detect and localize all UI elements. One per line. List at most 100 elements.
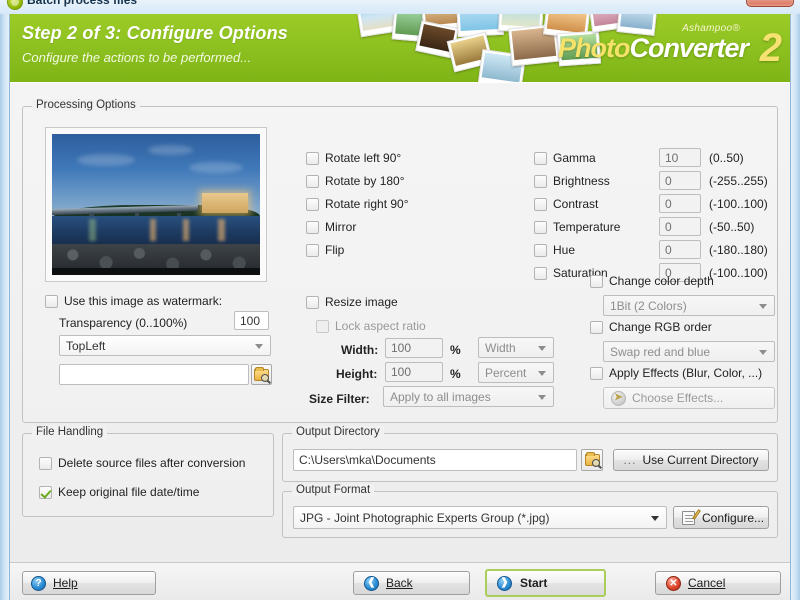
color-depth-value: 1Bit (2 Colors)	[610, 298, 687, 313]
change-color-depth-checkbox[interactable]: Change color depth	[590, 274, 714, 288]
checkbox-box	[590, 320, 603, 334]
dimension-mode-select[interactable]: Width	[478, 337, 554, 358]
change-rgb-order-checkbox[interactable]: Change RGB order	[590, 320, 712, 334]
title-bar: Batch process files	[0, 0, 800, 14]
use-current-directory-label: Use Current Directory	[642, 453, 759, 467]
brightness-checkbox[interactable]: Brightness	[534, 174, 610, 188]
rotate-left-90-label: Rotate left 90°	[325, 151, 402, 165]
checkbox-box	[590, 274, 603, 288]
resize-image-checkbox[interactable]: Resize image	[306, 295, 398, 309]
watermark-position-value: TopLeft	[66, 338, 106, 353]
checkbox-box	[534, 151, 547, 165]
lock-aspect-ratio-checkbox[interactable]: Lock aspect ratio	[316, 319, 426, 333]
back-label: Back	[386, 576, 413, 590]
mirror-checkbox[interactable]: Mirror	[306, 220, 356, 234]
watermark-path-input[interactable]	[59, 364, 249, 385]
flip-label: Flip	[325, 243, 345, 257]
configure-format-button[interactable]: Configure...	[673, 506, 769, 529]
note-pencil-icon	[682, 508, 701, 525]
temperature-checkbox[interactable]: Temperature	[534, 220, 620, 234]
rgb-order-value: Swap red and blue	[610, 344, 711, 359]
file-handling-group: File Handling Delete source files after …	[22, 426, 274, 517]
output-format-title: Output Format	[292, 484, 375, 496]
height-input[interactable]: 100	[385, 362, 443, 382]
keep-original-date-checkbox[interactable]: Keep original file date/time	[39, 485, 199, 499]
gamma-checkbox[interactable]: Gamma	[534, 151, 596, 165]
watermark-position-select[interactable]: TopLeft	[59, 335, 271, 356]
contrast-checkbox[interactable]: Contrast	[534, 197, 598, 211]
apply-effects-checkbox[interactable]: Apply Effects (Blur, Color, ...)	[590, 366, 762, 380]
dialog-footer: ? Help ❰ Back ❱ Start ✕ Cancel	[10, 562, 790, 600]
start-button[interactable]: ❱ Start	[485, 569, 606, 597]
unit-mode-value: Percent	[485, 365, 527, 380]
rotate-180-checkbox[interactable]: Rotate by 180°	[306, 174, 405, 188]
output-directory-browse-button[interactable]	[581, 449, 603, 471]
processing-options-title: Processing Options	[32, 99, 140, 111]
saturation-range: (-100..100)	[709, 266, 768, 280]
wizard-header-banner: Step 2 of 3: Configure Options Configure…	[10, 14, 790, 82]
cancel-button[interactable]: ✕ Cancel	[655, 571, 781, 595]
arrow-right-icon: ➤	[611, 390, 626, 406]
temperature-input[interactable]: 0	[659, 217, 701, 236]
processing-options-group: Processing Options Use this image as wat…	[22, 99, 778, 423]
unit-mode-select[interactable]: Percent	[478, 362, 554, 383]
delete-source-files-checkbox[interactable]: Delete source files after conversion	[39, 456, 245, 470]
arrow-left-icon: ❰	[364, 575, 379, 591]
watermark-browse-button[interactable]	[251, 364, 272, 385]
checkbox-box	[306, 151, 319, 165]
change-color-depth-label: Change color depth	[609, 274, 714, 288]
rgb-order-select[interactable]: Swap red and blue	[603, 341, 775, 362]
back-button[interactable]: ❰ Back	[353, 571, 470, 595]
hue-input[interactable]: 0	[659, 240, 701, 259]
logo-word-converter: Converter	[629, 33, 749, 63]
chevron-down-icon	[255, 343, 263, 349]
file-handling-title: File Handling	[32, 426, 108, 438]
application-window: Batch process files Step 2 of 3: Configu…	[0, 0, 800, 600]
use-as-watermark-checkbox[interactable]: Use this image as watermark:	[45, 294, 222, 308]
app-icon	[7, 0, 23, 10]
preview-thumbnail	[52, 134, 260, 275]
brightness-input[interactable]: 0	[659, 171, 701, 190]
rotate-left-90-checkbox[interactable]: Rotate left 90°	[306, 151, 401, 165]
logo-version: 2	[759, 26, 782, 70]
cancel-icon: ✕	[666, 575, 681, 591]
size-filter-value: Apply to all images	[390, 389, 491, 404]
choose-effects-button[interactable]: ➤ Choose Effects...	[603, 387, 775, 409]
transparency-label: Transparency (0..100%)	[59, 316, 188, 330]
close-icon[interactable]	[746, 0, 794, 7]
checkbox-box	[316, 319, 329, 333]
checkbox-box	[306, 295, 319, 309]
checkbox-box	[534, 243, 547, 257]
delete-source-files-label: Delete source files after conversion	[58, 456, 246, 470]
output-directory-input[interactable]: C:\Users\mka\Documents	[293, 449, 577, 471]
transparency-input[interactable]: 100	[234, 311, 269, 330]
checkbox-box	[534, 197, 547, 211]
use-current-directory-button[interactable]: ... Use Current Directory	[613, 449, 769, 471]
checkbox-box	[534, 266, 547, 280]
contrast-label: Contrast	[553, 197, 599, 211]
dialog-body: Processing Options Use this image as wat…	[10, 82, 790, 562]
dimension-mode-value: Width	[485, 340, 516, 355]
gamma-range: (0..50)	[709, 151, 744, 165]
temperature-label: Temperature	[553, 220, 621, 234]
gamma-input[interactable]: 10	[659, 148, 701, 167]
checkbox-box	[306, 243, 319, 257]
width-unit-label: %	[450, 343, 461, 357]
contrast-input[interactable]: 0	[659, 194, 701, 213]
rotate-right-90-label: Rotate right 90°	[325, 197, 409, 211]
image-preview[interactable]	[45, 127, 267, 282]
width-input[interactable]: 100	[385, 338, 443, 358]
width-label: Width:	[341, 343, 379, 357]
help-button[interactable]: ? Help	[22, 571, 156, 595]
checkbox-box	[306, 220, 319, 234]
flip-checkbox[interactable]: Flip	[306, 243, 344, 257]
checkbox-box	[534, 220, 547, 234]
size-filter-select[interactable]: Apply to all images	[383, 386, 554, 407]
window-frame-left	[0, 14, 9, 600]
checkbox-box	[590, 366, 603, 380]
hue-checkbox[interactable]: Hue	[534, 243, 575, 257]
rotate-right-90-checkbox[interactable]: Rotate right 90°	[306, 197, 409, 211]
output-format-select[interactable]: JPG - Joint Photographic Experts Group (…	[293, 506, 667, 529]
lock-aspect-ratio-label: Lock aspect ratio	[335, 319, 426, 333]
color-depth-select[interactable]: 1Bit (2 Colors)	[603, 295, 775, 316]
